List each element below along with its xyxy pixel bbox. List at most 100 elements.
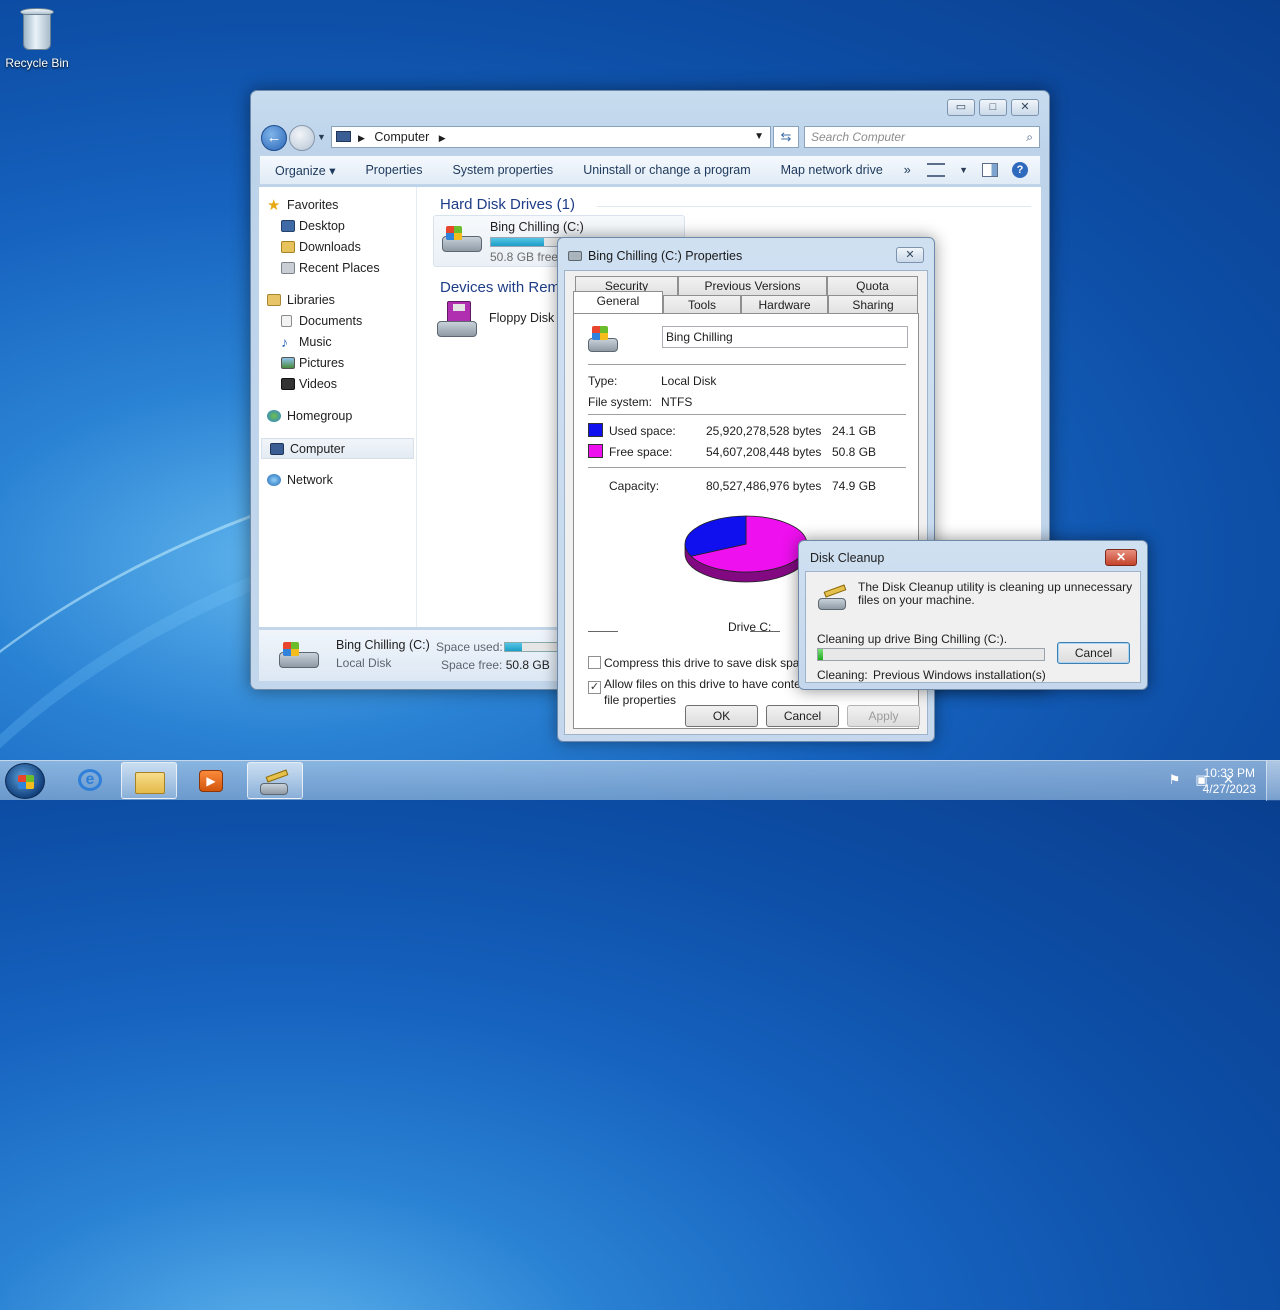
pictures-icon (281, 357, 295, 369)
tab-tools[interactable]: Tools (663, 295, 741, 314)
desktop-icon (281, 220, 295, 232)
close-button[interactable]: ✕ (1011, 99, 1039, 116)
group-header-removable[interactable]: Devices with Remo (440, 279, 568, 296)
disk-cleanup-dialog: Disk Cleanup ✕ The Disk Cleanup utility … (798, 540, 1148, 690)
used-space-gb: 24.1 GB (832, 424, 877, 438)
taskbar: e ▶ ⚑ ▣ ✕ 10:33 PM 4/27/2023 (0, 760, 1280, 801)
nav-desktop[interactable]: Desktop (259, 216, 416, 237)
clock[interactable]: 10:33 PM 4/27/2023 (1203, 765, 1256, 797)
clock-time: 10:33 PM (1203, 766, 1255, 780)
compress-checkbox-row[interactable]: Compress this drive to save disk space (588, 656, 812, 670)
address-location[interactable]: Computer (374, 130, 429, 144)
help-icon[interactable]: ? (1012, 162, 1028, 178)
free-space-label: Free space: (609, 445, 673, 459)
cleanup-status: Cleaning up drive Bing Chilling (C:). (817, 632, 1008, 646)
tab-previous-versions[interactable]: Previous Versions (678, 276, 827, 295)
tab-hardware[interactable]: Hardware (741, 295, 828, 314)
taskbar-media-player[interactable]: ▶ (183, 762, 239, 799)
minimize-button[interactable]: ▭ (947, 99, 975, 116)
used-space-bytes: 25,920,278,528 bytes (706, 424, 822, 438)
nav-documents[interactable]: Documents (259, 311, 416, 332)
cancel-button[interactable]: Cancel (766, 705, 839, 727)
type-label: Type: (588, 374, 618, 388)
nav-downloads[interactable]: Downloads (259, 237, 416, 258)
computer-icon (336, 131, 351, 142)
back-button[interactable]: ← (261, 125, 287, 151)
preview-pane-icon[interactable] (982, 163, 998, 177)
apply-button[interactable]: Apply (847, 705, 920, 727)
compress-checkbox[interactable] (588, 656, 601, 669)
cleanup-title: Disk Cleanup (810, 551, 885, 565)
refresh-button[interactable]: ⇆ (773, 126, 799, 148)
nav-pictures[interactable]: Pictures (259, 353, 416, 374)
cleanup-cancel-button[interactable]: Cancel (1057, 642, 1130, 664)
address-bar[interactable]: ▶ Computer ▶ ▼ (331, 126, 771, 148)
folder-icon (135, 772, 165, 794)
search-icon[interactable]: ⌕ (1026, 127, 1033, 147)
properties-close-button[interactable]: ✕ (896, 247, 924, 263)
cleanup-close-button[interactable]: ✕ (1105, 549, 1137, 566)
tab-general[interactable]: General (573, 291, 663, 313)
nav-homegroup[interactable]: Homegroup (259, 406, 416, 427)
drive-icon (568, 251, 582, 261)
organize-button[interactable]: Organize ▾ (260, 163, 350, 178)
taskbar-internet-explorer[interactable]: e (62, 762, 118, 799)
recycle-bin-icon (19, 6, 55, 50)
nav-videos[interactable]: Videos (259, 374, 416, 395)
view-dropdown-icon[interactable]: ▼ (959, 165, 968, 175)
details-space-free: Space free: 50.8 GB (441, 658, 550, 672)
floppy-drive-icon (437, 301, 479, 341)
used-space-swatch (588, 423, 603, 437)
change-view-icon[interactable] (927, 163, 946, 177)
capacity-label: Capacity: (609, 479, 660, 493)
computer-icon (270, 443, 284, 455)
disk-cleanup-icon (818, 584, 850, 612)
tab-quota[interactable]: Quota (827, 276, 918, 295)
type-value: Local Disk (661, 374, 717, 388)
hard-drive-icon (588, 326, 620, 352)
nav-network[interactable]: Network (259, 470, 416, 491)
disk-usage-pie-chart (684, 515, 808, 583)
used-space-label: Used space: (609, 424, 676, 438)
clock-date: 4/27/2023 (1202, 782, 1256, 796)
system-properties-button[interactable]: System properties (437, 163, 568, 177)
media-player-icon: ▶ (199, 770, 223, 792)
forward-button[interactable] (289, 125, 315, 151)
file-system-label: File system: (588, 395, 653, 409)
properties-button[interactable]: Properties (350, 163, 437, 177)
search-input[interactable]: Search Computer ⌕ (804, 126, 1040, 148)
nav-favorites[interactable]: ★ Favorites (259, 195, 416, 216)
show-desktop-button[interactable] (1266, 761, 1280, 801)
taskbar-windows-explorer[interactable] (121, 762, 177, 799)
videos-icon (281, 378, 295, 390)
nav-libraries[interactable]: Libraries (259, 290, 416, 311)
cleaning-item: Previous Windows installation(s) (873, 668, 1046, 682)
nav-music[interactable]: ♪ Music (259, 332, 416, 353)
action-center-flag-icon[interactable]: ⚑ (1167, 772, 1182, 787)
ok-button[interactable]: OK (685, 705, 758, 727)
address-dropdown-icon[interactable]: ▼ (754, 127, 764, 147)
drive-usage-fill (491, 238, 545, 246)
taskbar-disk-cleanup[interactable] (247, 762, 303, 799)
tab-sharing[interactable]: Sharing (828, 295, 918, 314)
drive-name: Bing Chilling (C:) (490, 220, 584, 234)
libraries-icon (267, 294, 281, 306)
map-network-drive-button[interactable]: Map network drive (766, 163, 898, 177)
properties-title: Bing Chilling (C:) Properties (588, 249, 743, 263)
more-commands-button[interactable]: » (898, 163, 917, 177)
index-checkbox[interactable]: ✓ (588, 681, 601, 694)
maximize-button[interactable]: □ (979, 99, 1007, 116)
details-type: Local Disk (336, 656, 392, 670)
index-checkbox-row[interactable]: ✓ Allow files on this drive to have conte… (588, 678, 823, 707)
documents-icon (281, 315, 292, 327)
details-name: Bing Chilling (C:) (336, 638, 430, 652)
group-header-hard-disks[interactable]: Hard Disk Drives (1) (440, 196, 575, 213)
nav-computer[interactable]: Computer (261, 438, 414, 459)
start-button[interactable] (5, 763, 45, 799)
recent-pages-dropdown[interactable]: ▼ (317, 132, 326, 142)
desktop-icon-recycle-bin[interactable]: Recycle Bin (4, 6, 70, 70)
details-usage-fill (505, 643, 523, 651)
uninstall-button[interactable]: Uninstall or change a program (568, 163, 765, 177)
nav-recent-places[interactable]: Recent Places (259, 258, 416, 279)
volume-label-input[interactable]: Bing Chilling (662, 326, 908, 348)
